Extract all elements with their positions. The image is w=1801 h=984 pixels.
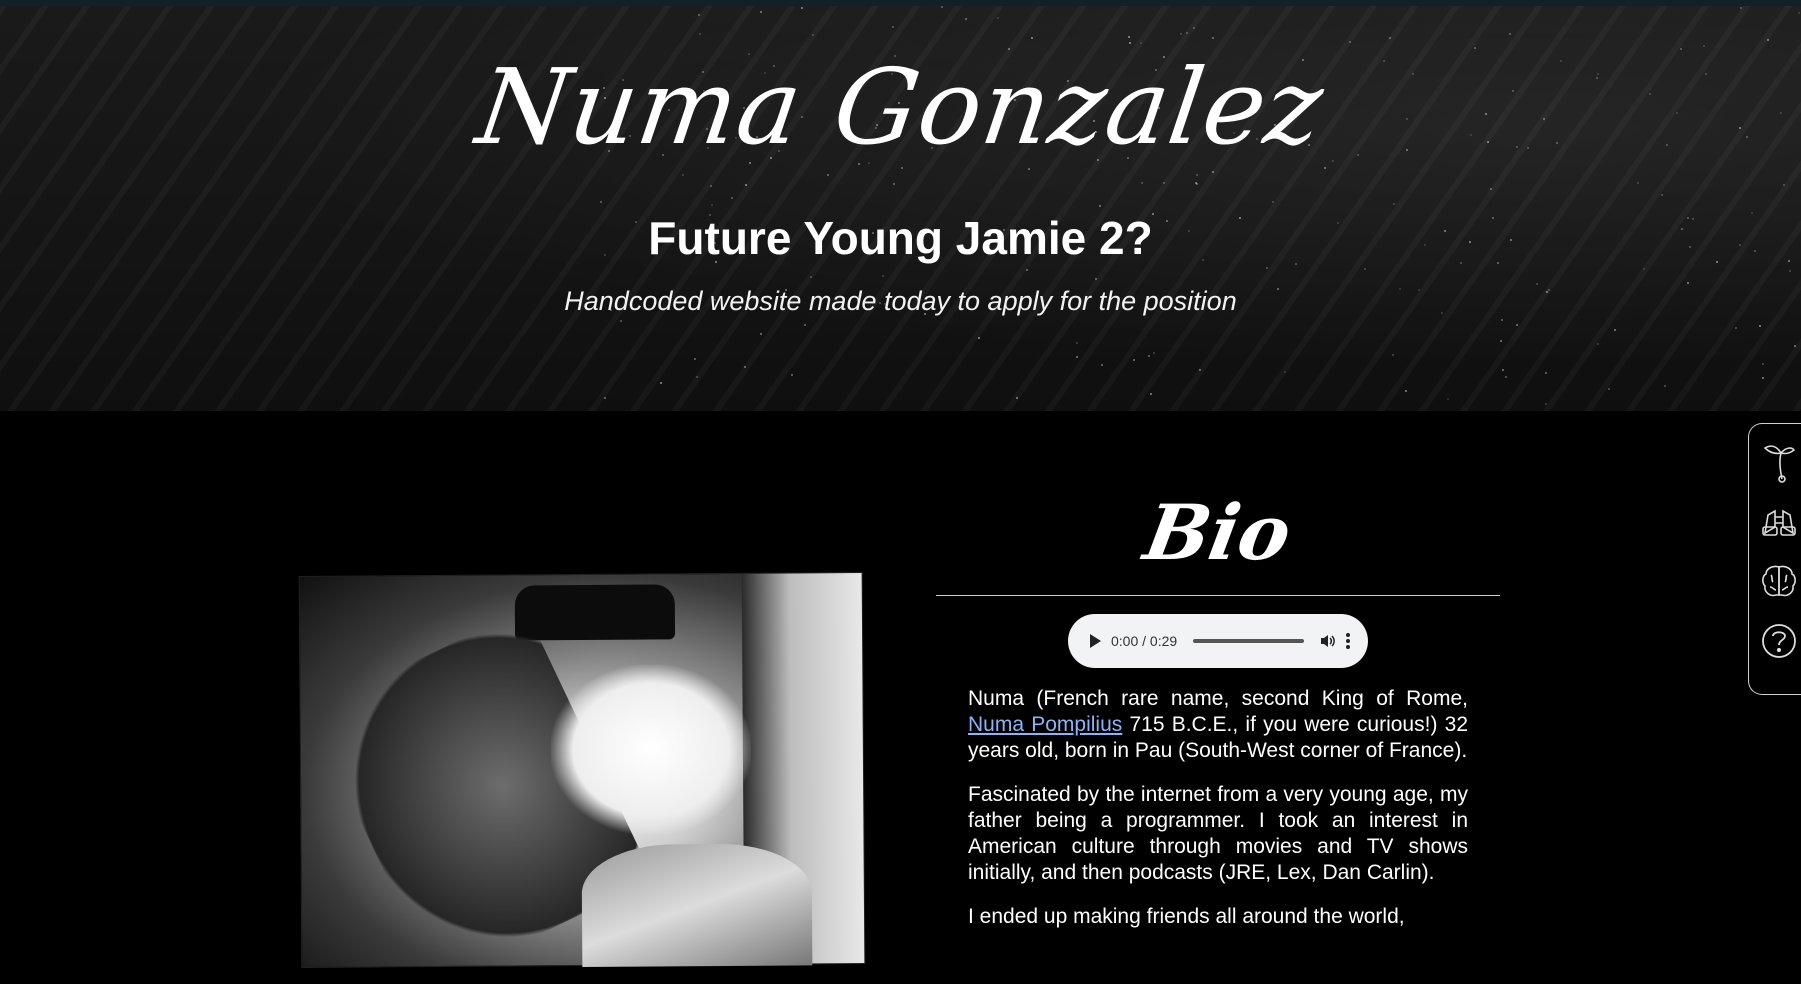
volume-icon[interactable] [1320, 633, 1336, 649]
side-nav [1748, 423, 1801, 695]
hero-banner: Numa Gonzalez Future Young Jamie 2? Hand… [0, 6, 1801, 411]
play-icon[interactable] [1090, 634, 1101, 648]
more-options-icon[interactable] [1346, 633, 1350, 649]
bio-heading: Bio [1138, 488, 1298, 577]
brain-icon[interactable] [1756, 558, 1801, 604]
bio-photo [298, 572, 866, 983]
audio-player[interactable]: 0:00 / 0:29 [1068, 614, 1368, 668]
bio-paragraph: Numa (French rare name, second King of R… [968, 687, 1469, 762]
question-icon[interactable] [1756, 618, 1801, 664]
sprout-icon[interactable] [1756, 438, 1801, 484]
bio-paragraph: Fascinated by the internet from a very y… [968, 783, 1468, 884]
audio-time: 0:00 / 0:29 [1111, 633, 1178, 649]
bio-text: Numa (French rare name, second King of R… [968, 686, 1468, 948]
bio-divider [936, 595, 1500, 596]
numa-pompilius-link[interactable]: Numa Pompilius [968, 713, 1122, 736]
page-subtitle: Future Young Jamie 2? [648, 212, 1153, 264]
page-title: Numa Gonzalez [470, 46, 1331, 168]
binoculars-icon[interactable] [1756, 498, 1801, 544]
bio-paragraph: I ended up making friends all around the… [968, 905, 1405, 928]
page-tagline: Handcoded website made today to apply fo… [564, 286, 1237, 316]
audio-seek-bar[interactable] [1193, 639, 1304, 643]
